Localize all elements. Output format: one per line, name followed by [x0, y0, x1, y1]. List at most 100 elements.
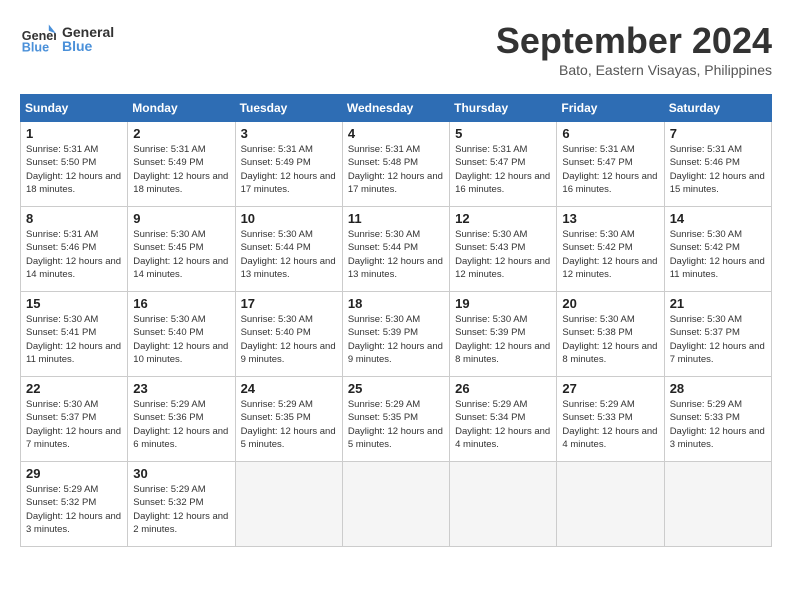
- week-row-1: 1 Sunrise: 5:31 AM Sunset: 5:50 PM Daylig…: [21, 122, 772, 207]
- day-info: Sunrise: 5:31 AM Sunset: 5:47 PM Dayligh…: [562, 143, 658, 196]
- table-row: 25Sunrise: 5:29 AM Sunset: 5:35 PM Dayli…: [342, 377, 449, 462]
- table-row: 23 Sunrise: 5:29 AM Sunset: 5:36 PM Dayli…: [128, 377, 235, 462]
- day-info: Sunrise: 5:30 AM Sunset: 5:37 PM Dayligh…: [670, 313, 766, 366]
- table-row: 21 Sunrise: 5:30 AM Sunset: 5:37 PM Dayli…: [664, 292, 771, 377]
- day-number: 18: [348, 296, 444, 311]
- day-info: Sunrise: 5:30 AM Sunset: 5:39 PM Dayligh…: [348, 313, 444, 366]
- day-info: Sunrise: 5:30 AM Sunset: 5:37 PM Dayligh…: [26, 398, 122, 451]
- day-number: 11: [348, 211, 444, 226]
- day-number: 15: [26, 296, 122, 311]
- table-row: 24 Sunrise: 5:29 AM Sunset: 5:35 PM Dayli…: [235, 377, 342, 462]
- calendar: Sunday Monday Tuesday Wednesday Thursday…: [20, 94, 772, 547]
- day-number: 3: [241, 126, 337, 141]
- day-number: 27: [562, 381, 658, 396]
- day-info: Sunrise: 5:30 AM Sunset: 5:39 PM Dayligh…: [455, 313, 551, 366]
- logo: General Blue General Blue: [20, 20, 114, 56]
- day-info: Sunrise: 5:31 AM Sunset: 5:50 PM Dayligh…: [26, 143, 122, 196]
- day-info: Sunrise: 5:29 AM Sunset: 5:35 PM Dayligh…: [241, 398, 337, 451]
- table-row: [235, 462, 342, 547]
- day-info: Sunrise: 5:30 AM Sunset: 5:41 PM Dayligh…: [26, 313, 122, 366]
- day-info: Sunrise: 5:30 AM Sunset: 5:42 PM Dayligh…: [670, 228, 766, 281]
- day-info: Sunrise: 5:30 AM Sunset: 5:40 PM Dayligh…: [133, 313, 229, 366]
- table-row: 22 Sunrise: 5:30 AM Sunset: 5:37 PM Dayli…: [21, 377, 128, 462]
- day-info: Sunrise: 5:31 AM Sunset: 5:46 PM Dayligh…: [670, 143, 766, 196]
- day-info: Sunrise: 5:29 AM Sunset: 5:36 PM Dayligh…: [133, 398, 229, 451]
- day-number: 4: [348, 126, 444, 141]
- table-row: 18 Sunrise: 5:30 AM Sunset: 5:39 PM Dayli…: [342, 292, 449, 377]
- day-number: 26: [455, 381, 551, 396]
- table-row: 8Sunrise: 5:31 AM Sunset: 5:46 PM Daylig…: [21, 207, 128, 292]
- day-number: 19: [455, 296, 551, 311]
- header-saturday: Saturday: [664, 95, 771, 122]
- table-row: 1 Sunrise: 5:31 AM Sunset: 5:50 PM Daylig…: [21, 122, 128, 207]
- table-row: [342, 462, 449, 547]
- day-info: Sunrise: 5:31 AM Sunset: 5:47 PM Dayligh…: [455, 143, 551, 196]
- table-row: 11Sunrise: 5:30 AM Sunset: 5:44 PM Dayli…: [342, 207, 449, 292]
- day-number: 29: [26, 466, 122, 481]
- table-row: 10 Sunrise: 5:30 AM Sunset: 5:44 PM Dayli…: [235, 207, 342, 292]
- week-row-2: 8Sunrise: 5:31 AM Sunset: 5:46 PM Daylig…: [21, 207, 772, 292]
- day-number: 30: [133, 466, 229, 481]
- table-row: 4 Sunrise: 5:31 AM Sunset: 5:48 PM Daylig…: [342, 122, 449, 207]
- table-row: 7 Sunrise: 5:31 AM Sunset: 5:46 PM Daylig…: [664, 122, 771, 207]
- calendar-header-row: Sunday Monday Tuesday Wednesday Thursday…: [21, 95, 772, 122]
- table-row: 16 Sunrise: 5:30 AM Sunset: 5:40 PM Dayli…: [128, 292, 235, 377]
- day-info: Sunrise: 5:29 AM Sunset: 5:32 PM Dayligh…: [26, 483, 122, 536]
- day-number: 16: [133, 296, 229, 311]
- logo-line2: Blue: [62, 38, 114, 54]
- page-header: General Blue General Blue September 2024…: [20, 20, 772, 78]
- day-number: 12: [455, 211, 551, 226]
- table-row: 2Sunrise: 5:31 AM Sunset: 5:49 PM Daylig…: [128, 122, 235, 207]
- table-row: 3Sunrise: 5:31 AM Sunset: 5:49 PM Daylig…: [235, 122, 342, 207]
- table-row: 13 Sunrise: 5:30 AM Sunset: 5:42 PM Dayli…: [557, 207, 664, 292]
- table-row: 19 Sunrise: 5:30 AM Sunset: 5:39 PM Dayli…: [450, 292, 557, 377]
- day-number: 8: [26, 211, 122, 226]
- location: Bato, Eastern Visayas, Philippines: [496, 62, 772, 78]
- day-info: Sunrise: 5:29 AM Sunset: 5:33 PM Dayligh…: [562, 398, 658, 451]
- day-number: 5: [455, 126, 551, 141]
- header-sunday: Sunday: [21, 95, 128, 122]
- day-number: 10: [241, 211, 337, 226]
- day-info: Sunrise: 5:31 AM Sunset: 5:48 PM Dayligh…: [348, 143, 444, 196]
- day-info: Sunrise: 5:30 AM Sunset: 5:44 PM Dayligh…: [241, 228, 337, 281]
- week-row-3: 15 Sunrise: 5:30 AM Sunset: 5:41 PM Dayli…: [21, 292, 772, 377]
- day-info: Sunrise: 5:30 AM Sunset: 5:43 PM Dayligh…: [455, 228, 551, 281]
- table-row: 14 Sunrise: 5:30 AM Sunset: 5:42 PM Dayli…: [664, 207, 771, 292]
- table-row: 15 Sunrise: 5:30 AM Sunset: 5:41 PM Dayli…: [21, 292, 128, 377]
- table-row: 20Sunrise: 5:30 AM Sunset: 5:38 PM Dayli…: [557, 292, 664, 377]
- day-number: 25: [348, 381, 444, 396]
- table-row: 9 Sunrise: 5:30 AM Sunset: 5:45 PM Daylig…: [128, 207, 235, 292]
- day-number: 24: [241, 381, 337, 396]
- table-row: [557, 462, 664, 547]
- day-number: 1: [26, 126, 122, 141]
- day-number: 22: [26, 381, 122, 396]
- table-row: 27 Sunrise: 5:29 AM Sunset: 5:33 PM Dayli…: [557, 377, 664, 462]
- day-info: Sunrise: 5:29 AM Sunset: 5:33 PM Dayligh…: [670, 398, 766, 451]
- day-info: Sunrise: 5:30 AM Sunset: 5:42 PM Dayligh…: [562, 228, 658, 281]
- day-info: Sunrise: 5:31 AM Sunset: 5:49 PM Dayligh…: [133, 143, 229, 196]
- header-wednesday: Wednesday: [342, 95, 449, 122]
- day-number: 14: [670, 211, 766, 226]
- day-info: Sunrise: 5:30 AM Sunset: 5:45 PM Dayligh…: [133, 228, 229, 281]
- day-number: 7: [670, 126, 766, 141]
- table-row: 5 Sunrise: 5:31 AM Sunset: 5:47 PM Daylig…: [450, 122, 557, 207]
- header-thursday: Thursday: [450, 95, 557, 122]
- header-monday: Monday: [128, 95, 235, 122]
- day-number: 13: [562, 211, 658, 226]
- day-info: Sunrise: 5:30 AM Sunset: 5:40 PM Dayligh…: [241, 313, 337, 366]
- logo-icon: General Blue: [20, 20, 56, 56]
- day-number: 17: [241, 296, 337, 311]
- day-number: 20: [562, 296, 658, 311]
- table-row: [664, 462, 771, 547]
- day-number: 21: [670, 296, 766, 311]
- day-number: 6: [562, 126, 658, 141]
- title-block: September 2024 Bato, Eastern Visayas, Ph…: [496, 20, 772, 78]
- day-info: Sunrise: 5:29 AM Sunset: 5:32 PM Dayligh…: [133, 483, 229, 536]
- table-row: 17 Sunrise: 5:30 AM Sunset: 5:40 PM Dayli…: [235, 292, 342, 377]
- day-info: Sunrise: 5:29 AM Sunset: 5:34 PM Dayligh…: [455, 398, 551, 451]
- header-friday: Friday: [557, 95, 664, 122]
- day-number: 9: [133, 211, 229, 226]
- week-row-4: 22 Sunrise: 5:30 AM Sunset: 5:37 PM Dayli…: [21, 377, 772, 462]
- table-row: [450, 462, 557, 547]
- day-number: 23: [133, 381, 229, 396]
